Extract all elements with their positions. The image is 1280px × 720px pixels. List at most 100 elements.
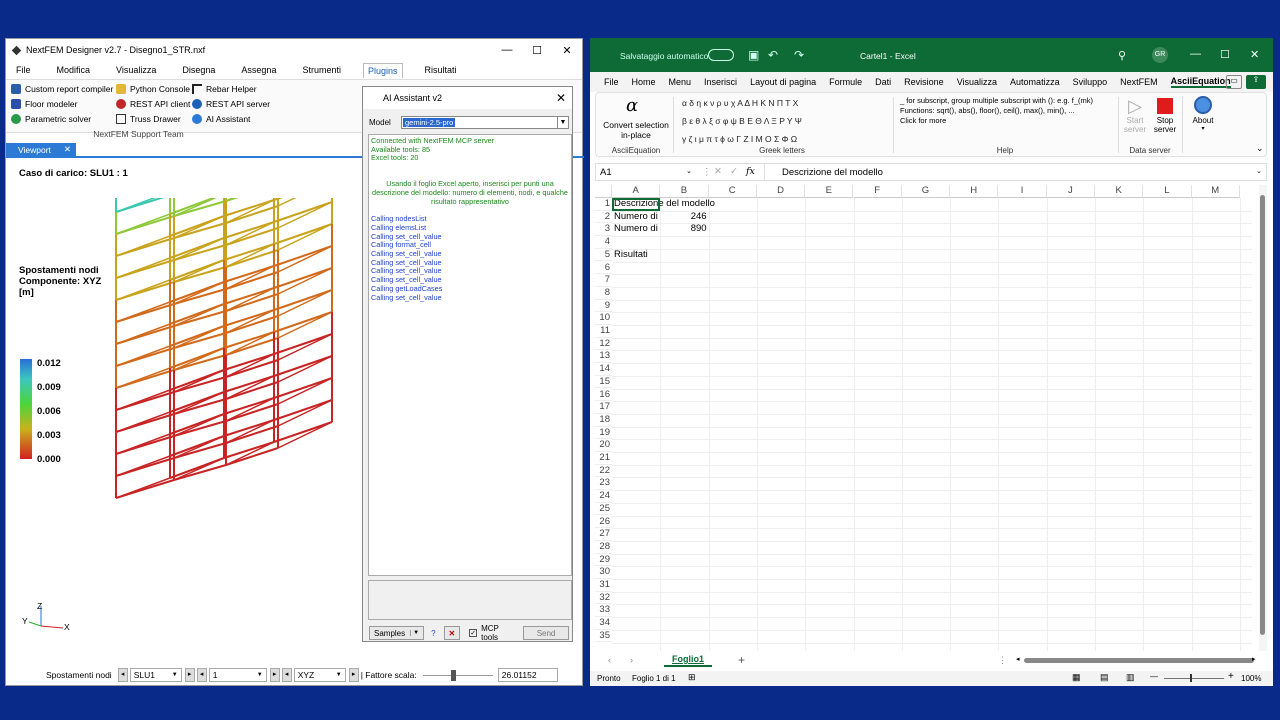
ribbon-tab-revisione[interactable]: Revisione [904,77,944,87]
row-header[interactable]: 27 [595,528,612,541]
cancel-icon[interactable]: ✕ [714,166,722,177]
row-header[interactable]: 26 [595,516,612,529]
row-header[interactable]: 4 [595,236,612,249]
tab-viewport[interactable]: Viewport ✕ [6,143,76,157]
zoom-level[interactable]: 100% [1241,674,1261,683]
name-box[interactable]: A1 [600,167,612,178]
user-avatar[interactable]: GR [1152,47,1168,63]
next-arrow-icon[interactable]: ▸ [184,668,195,682]
truss-drawer-button[interactable]: Truss Drawer [116,114,181,124]
cell-b2[interactable]: 246 [660,211,707,224]
row-header[interactable]: 2 [595,211,612,224]
help-button[interactable]: ? [431,629,435,638]
accessibility-icon[interactable]: ⊞ [688,672,696,683]
minimize-icon[interactable]: — [1190,48,1201,60]
menu-item-strumenti[interactable]: Strumenti [298,63,345,77]
zoom-slider-thumb[interactable] [1190,674,1192,682]
ribbon-tab-asciiequation[interactable]: AsciiEquation [1170,76,1231,88]
close-tab-icon[interactable]: ✕ [64,144,71,155]
row-header[interactable]: 12 [595,338,612,351]
row-header[interactable]: 14 [595,363,612,376]
row-header[interactable]: 30 [595,566,612,579]
add-sheet-icon[interactable]: + [738,653,745,667]
column-header[interactable]: G [901,185,951,198]
send-button[interactable]: Send [523,626,569,640]
chat-log[interactable]: Connected with NextFEM MCP server Availab… [368,134,572,576]
prompt-input[interactable] [368,580,572,620]
row-header[interactable]: 15 [595,376,612,389]
convert-selection-button[interactable]: Convert selection in-place [600,120,672,140]
expand-formula-icon[interactable]: ⌄ [1256,167,1262,175]
horizontal-scrollbar[interactable] [1024,658,1254,663]
next-sheet-icon[interactable]: › [630,655,633,665]
select-all-corner[interactable] [595,185,612,198]
row-header[interactable]: 25 [595,503,612,516]
row-header[interactable]: 29 [595,554,612,567]
spreadsheet-grid[interactable]: A B C D E F G H I J K L M 1 2 3 4 5 6 7 8 9 10 11 12 13 14 15 16 17 18… [595,185,1259,651]
autosave-toggle[interactable] [708,49,734,61]
greek-row-3[interactable]: γ ζ ι μ π τ ϕ ω Γ Ζ Ι Μ Ο Σ Φ Ω [682,134,797,144]
column-header[interactable]: H [950,185,999,198]
row-header[interactable]: 1 [595,198,612,211]
ribbon-tab-layout-di-pagina[interactable]: Layout di pagina [750,77,816,87]
share-icon[interactable]: ⇪ [1246,75,1266,89]
maximize-icon[interactable]: ☐ [522,44,552,57]
greek-row-2[interactable]: β ε θ λ ξ σ φ ψ Β Ε Θ Λ Ξ Ρ Υ Ψ [682,116,802,126]
row-header[interactable]: 31 [595,579,612,592]
clear-button[interactable]: ✕ [443,626,461,640]
column-header[interactable]: K [1095,185,1144,198]
column-header[interactable]: M [1191,185,1240,198]
page-layout-icon[interactable]: ▤ [1100,672,1109,683]
vertical-scrollbar[interactable] [1259,185,1267,651]
ribbon-tab-dati[interactable]: Dati [875,77,891,87]
menu-item-file[interactable]: File [12,63,35,77]
formula-input[interactable]: Descrizione del modello [782,167,883,178]
row-header[interactable]: 10 [595,312,612,325]
python-console-button[interactable]: Python Console [116,84,190,94]
function-icon[interactable]: fx [746,166,755,177]
next-arrow-icon[interactable]: ▸ [348,668,359,682]
rest-server-button[interactable]: REST API server [192,99,270,109]
ribbon-tab-home[interactable]: Home [632,77,656,87]
close-icon[interactable]: ✕ [556,91,566,105]
help-text[interactable]: _ for subscript, group multiple subscrip… [900,96,1118,126]
cell-b3[interactable]: 890 [660,223,707,236]
column-header[interactable]: J [1046,185,1095,198]
prev-arrow-icon[interactable]: ◂ [117,668,128,682]
rebar-helper-button[interactable]: Rebar Helper [192,84,257,94]
start-server-button[interactable]: ▷ Start server [1122,96,1148,134]
scale-slider[interactable] [422,668,493,682]
row-header[interactable]: 9 [595,300,612,313]
row-header[interactable]: 6 [595,262,612,275]
row-header[interactable]: 20 [595,439,612,452]
column-header[interactable]: B [660,185,709,198]
custom-report-button[interactable]: Custom report compiler [11,84,113,94]
zoom-out-icon[interactable]: — [1150,672,1158,681]
row-header[interactable]: 21 [595,452,612,465]
cell-a3[interactable]: Numero di [614,223,660,236]
search-icon[interactable]: ⚲ [1118,49,1126,62]
viewport[interactable]: Caso di carico: SLU1 : 1 Spostamenti nod… [6,158,366,662]
ribbon-tab-formule[interactable]: Formule [829,77,862,87]
row-header[interactable]: 24 [595,490,612,503]
ribbon-tab-file[interactable]: File [604,77,619,87]
zoom-in-icon[interactable]: + [1228,671,1234,682]
page-break-icon[interactable]: ▥ [1126,672,1135,683]
menu-item-visualizza[interactable]: Visualizza [112,63,160,77]
menu-item-modifica[interactable]: Modifica [53,63,95,77]
column-header[interactable]: I [998,185,1047,198]
mcp-tools-checkbox[interactable]: ✓ MCP tools [469,624,513,642]
row-header[interactable]: 32 [595,592,612,605]
save-icon[interactable]: ▣ [748,48,759,62]
greek-row-1[interactable]: α δ η κ ν ρ υ χ Α Δ Η Κ Ν Π Τ Χ [682,98,798,108]
row-header[interactable]: 28 [595,541,612,554]
row-header[interactable]: 11 [595,325,612,338]
column-header[interactable]: L [1143,185,1192,198]
ribbon-tab-sviluppo[interactable]: Sviluppo [1073,77,1108,87]
menu-item-risultati[interactable]: Risultati [421,63,461,77]
result-type-select[interactable]: Spostamenti nodi [46,670,112,680]
row-header[interactable]: 16 [595,389,612,402]
minimize-icon[interactable]: — [492,44,522,57]
row-header[interactable]: 17 [595,401,612,414]
ribbon-tab-nextfem[interactable]: NextFEM [1120,77,1158,87]
